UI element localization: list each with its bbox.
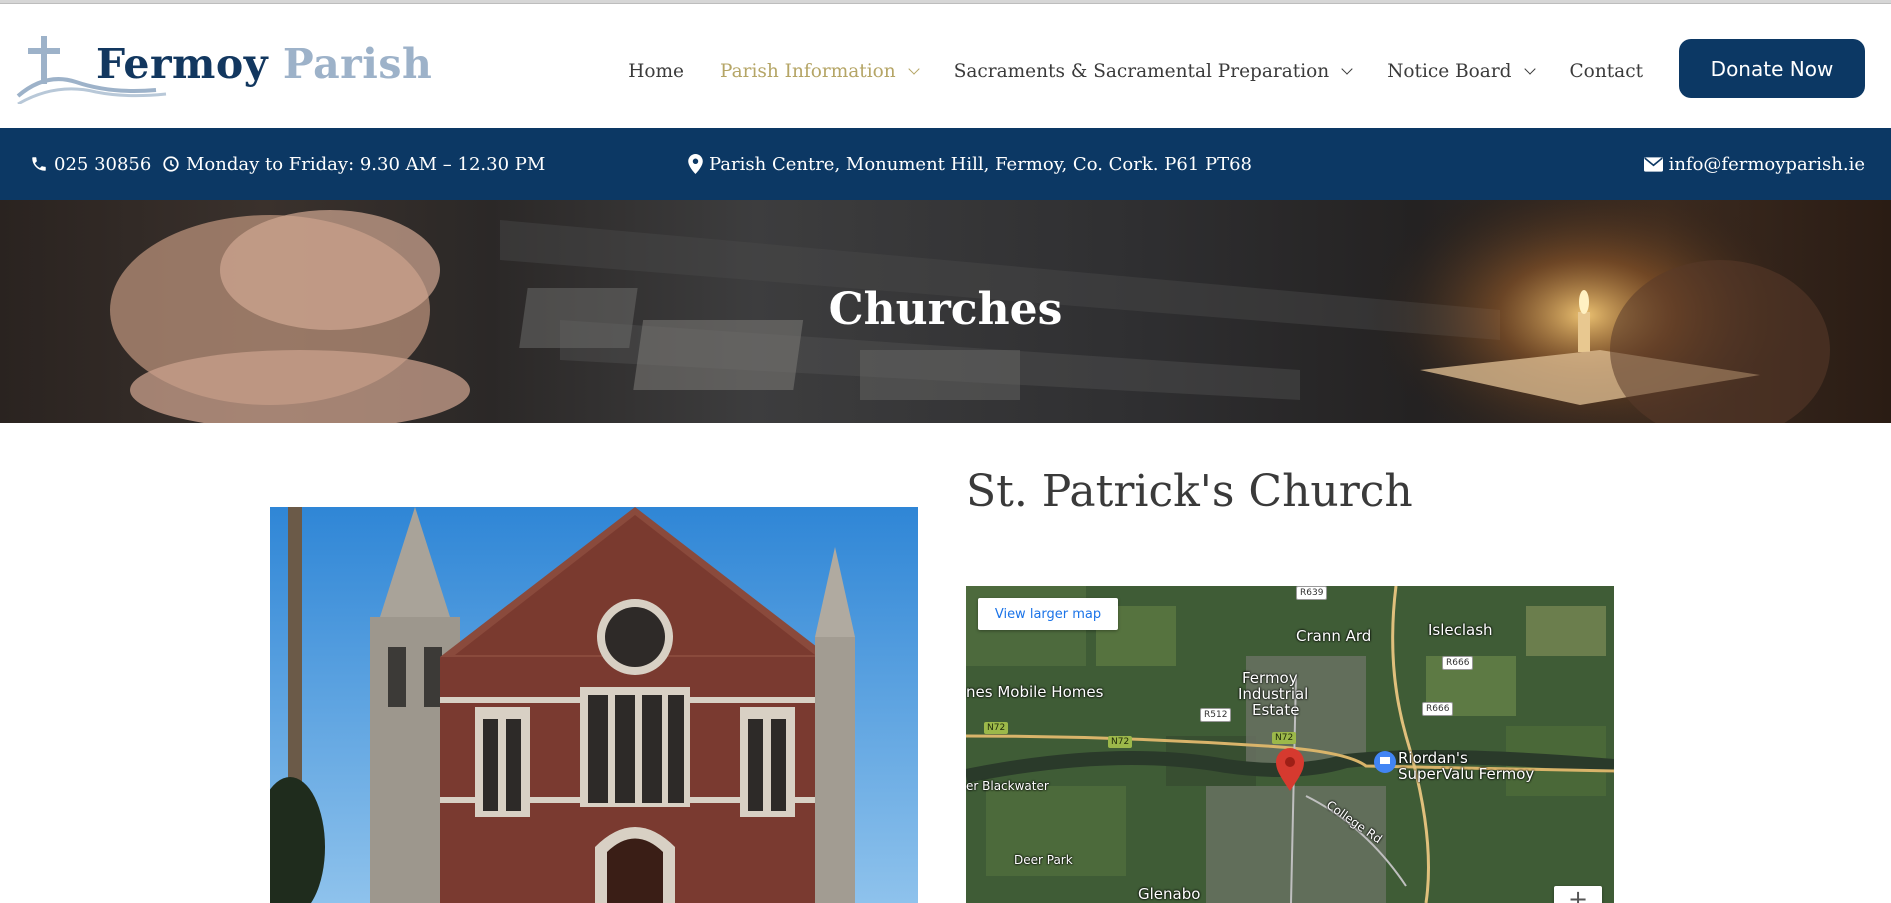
main-navigation: Home Parish Information Sacraments & Sac… (592, 54, 1643, 88)
nav-label: Parish Information (719, 60, 896, 82)
phone-number: 025 30856 (54, 153, 152, 175)
road-tag-n72: N72 (984, 722, 1009, 734)
site-logo[interactable]: Fermoy Parish (16, 34, 432, 104)
map-zoom-in-button[interactable]: + (1554, 886, 1602, 903)
road-tag-r666: R666 (1442, 656, 1474, 670)
map-label-crann-ard: Crann Ard (1296, 627, 1372, 645)
nav-item-notice-board[interactable]: Notice Board (1387, 60, 1536, 82)
nav-item-sacraments[interactable]: Sacraments & Sacramental Preparation (953, 60, 1353, 82)
site-header: Fermoy Parish Home Parish Information Sa… (0, 4, 1891, 128)
logo-word-parish: Parish (282, 40, 433, 88)
chevron-down-icon (1523, 62, 1536, 75)
email-info[interactable]: info@fermoyparish.ie (1643, 128, 1865, 200)
contact-info-bar: 025 30856 Monday to Friday: 9.30 AM – 12… (0, 128, 1891, 200)
address-info: Parish Centre, Monument Hill, Fermoy, Co… (688, 128, 1252, 200)
google-map-embed[interactable]: View larger map Crann Ard Isleclash Ferm… (966, 586, 1614, 903)
map-label-blackwater: er Blackwater (966, 779, 1049, 793)
chevron-down-icon (908, 62, 920, 75)
road-tag-n72: N72 (1108, 736, 1133, 748)
page-title: Churches (828, 284, 1063, 335)
office-hours-info: Monday to Friday: 9.30 AM – 12.30 PM (162, 128, 545, 200)
phone-icon (32, 157, 46, 171)
view-larger-map-link[interactable]: View larger map (978, 598, 1118, 630)
church-photo (270, 507, 918, 903)
map-label-mobile-homes: nes Mobile Homes (966, 683, 1104, 701)
map-label-fermoy-industrial-3: Estate (1252, 701, 1300, 719)
logo-word-fermoy: Fermoy (96, 40, 269, 88)
road-tag-r639: R639 (1296, 586, 1328, 600)
road-tag-r666: R666 (1422, 702, 1454, 716)
church-name-heading: St. Patrick's Church (966, 466, 1413, 517)
logo-text: Fermoy Parish (96, 40, 432, 88)
nav-label: Home (628, 60, 684, 82)
phone-info[interactable]: 025 30856 (30, 128, 151, 200)
nav-label: Sacraments & Sacramental Preparation (953, 60, 1330, 82)
map-label-fermoy-industrial-2: Industrial (1238, 685, 1309, 703)
page-hero-banner: Churches (0, 200, 1891, 423)
nav-item-contact[interactable]: Contact (1570, 61, 1643, 82)
map-label-glenabo: Glenabo (1138, 885, 1201, 903)
email-address: info@fermoyparish.ie (1668, 153, 1865, 175)
map-pin-icon (688, 154, 703, 174)
map-label-fermoy-industrial-1: Fermoy (1242, 669, 1298, 687)
envelope-icon (1643, 156, 1663, 172)
map-label-riordans-2: SuperValu Fermoy (1398, 765, 1535, 783)
map-label-riordans-1: Riordan's (1398, 749, 1468, 767)
nav-label: Notice Board (1387, 60, 1512, 82)
clock-icon (163, 156, 179, 172)
road-tag-r512: R512 (1200, 708, 1232, 722)
chevron-down-icon (1341, 62, 1353, 75)
office-hours: Monday to Friday: 9.30 AM – 12.30 PM (186, 153, 546, 175)
church-building-image (270, 507, 918, 903)
road-tag-n72: N72 (1272, 732, 1297, 744)
nav-item-parish-information[interactable]: Parish Information (719, 60, 920, 82)
nav-item-home[interactable]: Home (628, 61, 684, 82)
nav-label: Contact (1569, 60, 1643, 82)
map-label-isleclash: Isleclash (1428, 621, 1493, 639)
donate-button[interactable]: Donate Now (1679, 39, 1865, 98)
address: Parish Centre, Monument Hill, Fermoy, Co… (709, 153, 1252, 175)
map-label-deer-park: Deer Park (1014, 853, 1073, 867)
